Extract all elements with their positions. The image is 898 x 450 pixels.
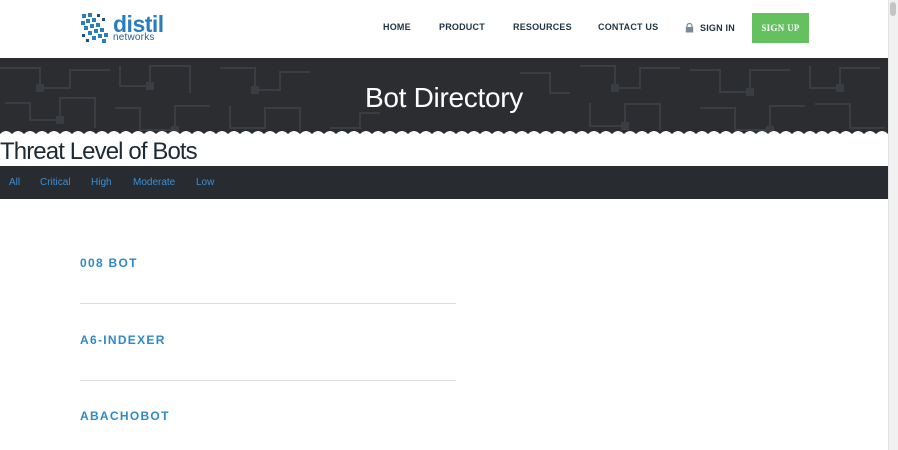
list-divider — [80, 303, 456, 304]
lock-icon — [685, 23, 694, 33]
filter-high[interactable]: High — [91, 177, 112, 188]
logo-mark-icon — [81, 13, 108, 43]
nav-resources[interactable]: RESOURCES — [513, 22, 572, 34]
bot-list-item[interactable]: 008 BOT — [80, 256, 138, 270]
nav-product[interactable]: PRODUCT — [439, 22, 485, 34]
list-divider — [80, 380, 456, 381]
distil-logo[interactable]: distil networks — [80, 10, 180, 46]
filter-low[interactable]: Low — [196, 177, 214, 188]
nav-contact-us[interactable]: CONTACT US — [598, 22, 658, 34]
page-scrollbar[interactable] — [888, 0, 898, 450]
sign-in-label: SIGN IN — [700, 23, 735, 33]
nav-sign-in[interactable]: SIGN IN — [685, 22, 735, 34]
filter-all[interactable]: All — [9, 177, 20, 188]
bot-list-item[interactable]: ABACHOBOT — [80, 409, 170, 423]
bot-list-item[interactable]: A6-INDEXER — [80, 333, 166, 347]
sign-up-button[interactable]: SIGN UP — [752, 13, 809, 43]
threat-level-heading: Threat Level of Bots — [0, 138, 198, 165]
threat-filter-bar: All Critical High Moderate Low — [0, 166, 888, 199]
site-header: distil networks HOME PRODUCT RESOURCES C… — [0, 0, 888, 58]
page-title: Bot Directory — [365, 82, 523, 113]
filter-moderate[interactable]: Moderate — [133, 177, 175, 188]
scrollbar-thumb[interactable] — [890, 2, 896, 16]
filter-critical[interactable]: Critical — [40, 177, 71, 188]
nav-home[interactable]: HOME — [383, 22, 411, 34]
